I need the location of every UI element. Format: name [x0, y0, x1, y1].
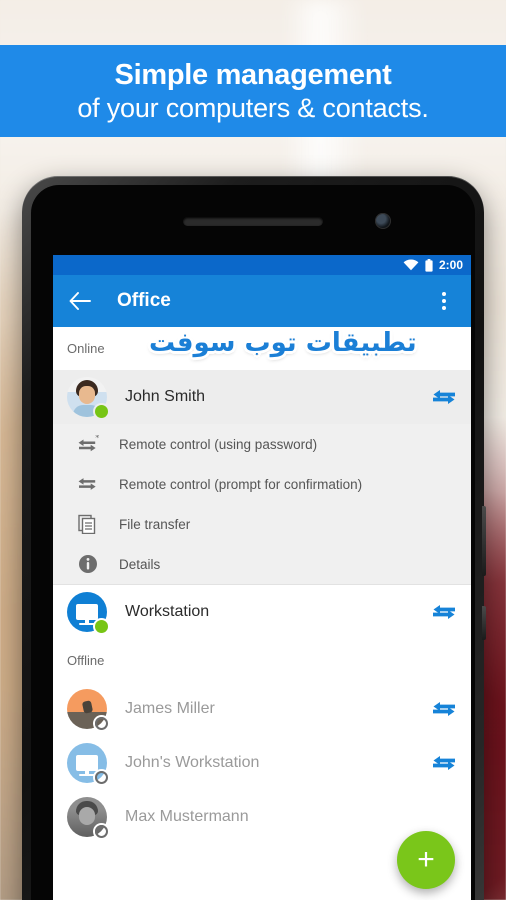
banner-subheadline: of your computers & contacts.: [77, 92, 429, 123]
status-bar-clock: 2:00: [438, 258, 463, 272]
action-remote-control-password[interactable]: * Remote control (using password): [53, 424, 471, 464]
phone-screen: 2:00 Office Online تطبيقات توب سوفت John…: [53, 255, 471, 900]
battery-icon: [425, 258, 433, 272]
add-icon: +: [417, 843, 435, 876]
banner-headline: Simple management: [114, 58, 392, 91]
info-icon: [75, 554, 101, 574]
status-badge-offline: [95, 825, 108, 838]
remote-control-icon[interactable]: [431, 754, 457, 772]
contact-row-james-miller[interactable]: James Miller: [53, 682, 471, 736]
avatar-wrapper: [67, 797, 108, 838]
section-label-online: Online: [67, 341, 105, 356]
action-label: Details: [119, 556, 161, 572]
site-watermark: تطبيقات توب سوفت: [149, 328, 417, 358]
action-details[interactable]: Details: [53, 544, 471, 584]
contact-name: John's Workstation: [125, 754, 260, 771]
app-toolbar: Office: [53, 275, 471, 327]
page-title: Office: [117, 290, 171, 311]
section-header-online: Online تطبيقات توب سوفت: [53, 327, 471, 370]
contact-row-workstation[interactable]: Workstation: [53, 585, 471, 639]
file-transfer-icon: [75, 514, 101, 534]
front-camera: [375, 213, 391, 229]
avatar-wrapper: [67, 743, 108, 784]
section-label-offline: Offline: [67, 653, 105, 668]
avatar-wrapper: [67, 592, 108, 633]
action-remote-control-confirm[interactable]: Remote control (prompt for confirmation): [53, 464, 471, 504]
contact-row-johns-workstation[interactable]: John's Workstation: [53, 736, 471, 790]
avatar-wrapper: [67, 377, 108, 418]
remote-control-icon[interactable]: [431, 603, 457, 621]
contact-name: John Smith: [125, 388, 206, 405]
power-button[interactable]: [482, 606, 486, 640]
remote-control-icon[interactable]: [431, 388, 457, 406]
contact-name: Max Mustermann: [125, 808, 249, 825]
contact-name: James Miller: [125, 700, 215, 717]
status-badge-offline: [95, 771, 108, 784]
status-badge-offline: [95, 717, 108, 730]
action-label: File transfer: [119, 516, 191, 532]
overflow-menu-icon: [442, 292, 446, 310]
back-arrow-icon: [69, 292, 91, 310]
action-label: Remote control (prompt for confirmation): [119, 476, 363, 492]
phone-bezel: 2:00 Office Online تطبيقات توب سوفت John…: [31, 185, 475, 900]
wifi-icon: [403, 259, 419, 271]
status-badge-online: [95, 620, 108, 633]
promo-banner: Simple management of your computers & co…: [0, 45, 506, 137]
action-file-transfer[interactable]: File transfer: [53, 504, 471, 544]
svg-text:*: *: [95, 435, 99, 442]
volume-button[interactable]: [482, 506, 486, 576]
avatar-wrapper: [67, 689, 108, 730]
contact-actions-menu: * Remote control (using password) Remote…: [53, 424, 471, 584]
action-label: Remote control (using password): [119, 436, 318, 452]
remote-control-password-icon: *: [75, 435, 101, 453]
remote-control-icon[interactable]: [431, 700, 457, 718]
status-badge-online: [95, 405, 108, 418]
earpiece-speaker: [183, 217, 323, 226]
back-button[interactable]: [65, 286, 95, 316]
phone-device: 2:00 Office Online تطبيقات توب سوفت John…: [22, 176, 486, 900]
contact-name: Workstation: [125, 603, 210, 620]
overflow-menu-button[interactable]: [429, 286, 459, 316]
status-bar: 2:00: [53, 255, 471, 275]
add-contact-fab[interactable]: +: [397, 831, 455, 889]
contact-row-john-smith[interactable]: John Smith: [53, 370, 471, 424]
remote-control-confirm-icon: [75, 475, 101, 493]
section-header-offline: Offline: [53, 639, 471, 682]
